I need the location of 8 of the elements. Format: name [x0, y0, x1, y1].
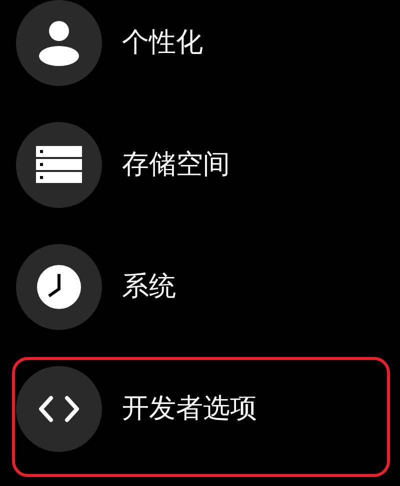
settings-item[interactable]: 存储空间: [12, 113, 390, 233]
item-label: 个性化: [122, 26, 203, 60]
settings-item[interactable]: 个性化: [12, 0, 390, 111]
highlighted-settings-item[interactable]: 开发者选项: [12, 357, 390, 477]
item-label: 存储空间: [122, 148, 230, 182]
item-label: 系统: [122, 270, 176, 304]
item-label: 开发者选项: [122, 392, 257, 426]
settings-item[interactable]: 系统: [12, 235, 390, 355]
